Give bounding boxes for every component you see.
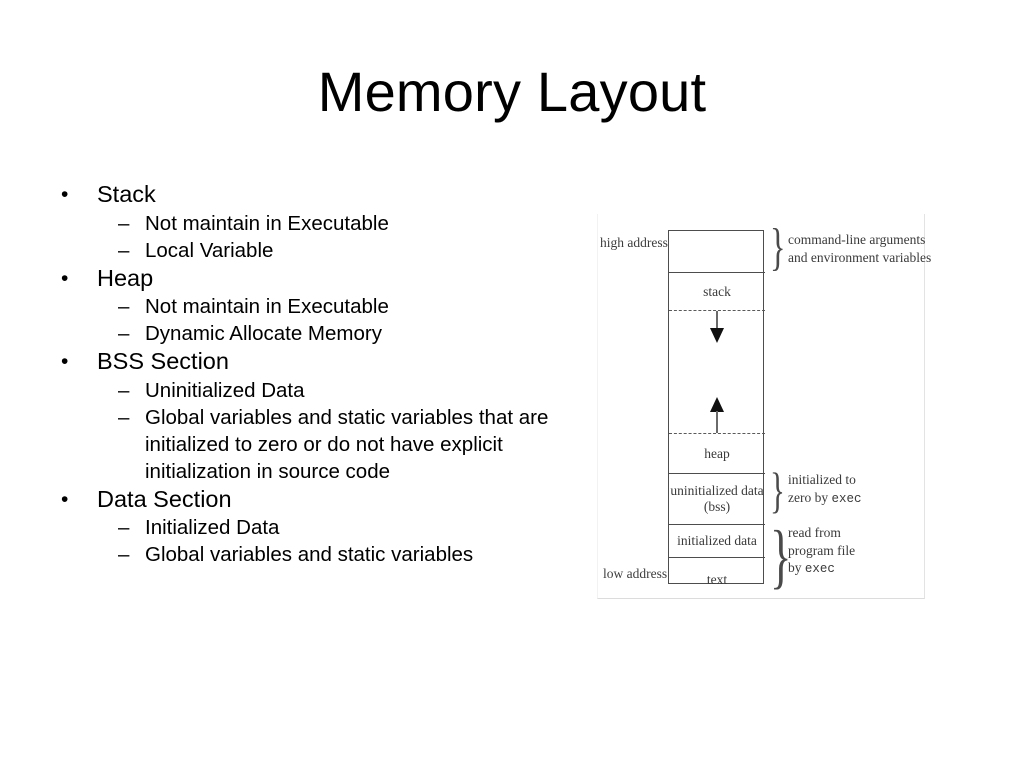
sub-bullet-text: Not maintain in Executable bbox=[145, 211, 389, 235]
segment-uninitialized-data-bss: uninitialized data (bss) bbox=[669, 474, 765, 525]
slide-canvas: Memory Layout • Stack – Not maintain in … bbox=[0, 0, 1024, 768]
sub-bullet-heap-0: – Not maintain in Executable bbox=[56, 293, 576, 320]
segment-label: stack bbox=[703, 283, 731, 299]
bullet-label: Heap bbox=[97, 264, 154, 291]
annotation-line: and environment variables bbox=[788, 249, 932, 265]
dash-marker-icon: – bbox=[118, 516, 130, 539]
dash-marker-icon: – bbox=[118, 211, 130, 235]
sub-bullet-heap-1: – Dynamic Allocate Memory bbox=[56, 320, 576, 347]
bullet-heap: • Heap bbox=[56, 264, 576, 294]
sub-bullet-bss-1: – Global variables and static variables … bbox=[56, 404, 576, 485]
bullet-label: Stack bbox=[97, 181, 156, 207]
high-address-label: high address bbox=[600, 235, 668, 250]
annotation-line: program file bbox=[788, 542, 856, 558]
annotation-text: by bbox=[788, 560, 805, 575]
segment-text: text bbox=[669, 558, 765, 602]
brace-bss-icon: } bbox=[770, 462, 785, 518]
sub-bullet-text: Dynamic Allocate Memory bbox=[145, 322, 382, 345]
dash-marker-icon: – bbox=[118, 238, 130, 262]
annotation-data-text: read from program file by exec bbox=[788, 524, 855, 579]
memory-layout-diagram: high address low address stack heap unin… bbox=[597, 214, 931, 599]
dash-marker-icon: – bbox=[118, 543, 130, 566]
bullet-marker-icon: • bbox=[61, 350, 69, 373]
bullet-stack: • Stack bbox=[56, 180, 576, 210]
bullet-label: Data Section bbox=[97, 485, 232, 512]
low-address-label: low address bbox=[603, 566, 668, 581]
down-arrow-icon bbox=[710, 328, 724, 343]
sub-bullet-text: Initialized Data bbox=[145, 516, 280, 539]
segment-label-line2: (bss) bbox=[703, 499, 731, 514]
dash-marker-icon: – bbox=[118, 322, 130, 345]
segment-label: text bbox=[706, 572, 728, 587]
sub-bullet-stack-1: – Local Variable bbox=[56, 237, 576, 264]
annotation-bss: initialized to zero by exec bbox=[788, 471, 862, 508]
bullet-marker-icon: • bbox=[61, 183, 69, 206]
sub-bullet-text: Global variables and static variables bbox=[145, 543, 474, 566]
annotation-exec-keyword: exec bbox=[831, 491, 862, 506]
segment-label-line1: uninitialized data bbox=[670, 483, 764, 498]
dash-marker-icon: – bbox=[118, 405, 130, 429]
dash-marker-icon: – bbox=[118, 378, 130, 402]
sub-bullet-stack-0: – Not maintain in Executable bbox=[56, 210, 576, 237]
bullet-list: • Stack – Not maintain in Executable – L… bbox=[56, 180, 576, 568]
page-title: Memory Layout bbox=[317, 60, 707, 123]
annotation-text: zero by bbox=[788, 489, 832, 505]
segment-initialized-data: initialized data bbox=[669, 525, 765, 558]
annotation-args-env: command-line arguments and environment v… bbox=[788, 231, 931, 266]
bullet-bss-section: • BSS Section bbox=[56, 347, 576, 377]
up-arrow-icon bbox=[710, 397, 724, 412]
annotation-line: by exec bbox=[788, 559, 855, 579]
sub-bullet-text: Not maintain in Executable bbox=[145, 295, 389, 318]
annotation-line: zero by exec bbox=[788, 489, 862, 509]
memory-column: stack heap uninitialized data (bss) init… bbox=[668, 230, 765, 587]
sub-bullet-bss-0: – Uninitialized Data bbox=[56, 377, 576, 404]
segment-label: heap bbox=[704, 445, 730, 461]
sub-bullet-text: Uninitialized Data bbox=[145, 378, 305, 402]
bullet-marker-icon: • bbox=[61, 487, 69, 511]
segment-heap: heap bbox=[669, 434, 765, 474]
heap-growth-arrow-shaft bbox=[716, 411, 718, 433]
bullet-data-section: • Data Section bbox=[56, 485, 576, 515]
annotation-line: read from bbox=[788, 525, 841, 540]
sub-bullet-data-0: – Initialized Data bbox=[56, 514, 576, 541]
sub-bullet-data-1: – Global variables and static variables bbox=[56, 541, 576, 568]
segment-label: initialized data bbox=[677, 533, 757, 548]
segment-stack: stack bbox=[669, 273, 765, 310]
segment-command-line-args bbox=[669, 231, 765, 273]
sub-bullet-text: Local Variable bbox=[145, 238, 274, 262]
bullet-label: BSS Section bbox=[97, 348, 229, 374]
annotation-exec-keyword: exec bbox=[804, 562, 835, 576]
brace-args-env-icon: } bbox=[770, 219, 786, 276]
annotation-line: command-line arguments bbox=[788, 232, 926, 247]
annotation-line: initialized to bbox=[788, 472, 856, 487]
sub-bullet-text: Global variables and static variables th… bbox=[145, 405, 549, 483]
dash-marker-icon: – bbox=[118, 295, 130, 318]
bullet-marker-icon: • bbox=[61, 266, 69, 290]
